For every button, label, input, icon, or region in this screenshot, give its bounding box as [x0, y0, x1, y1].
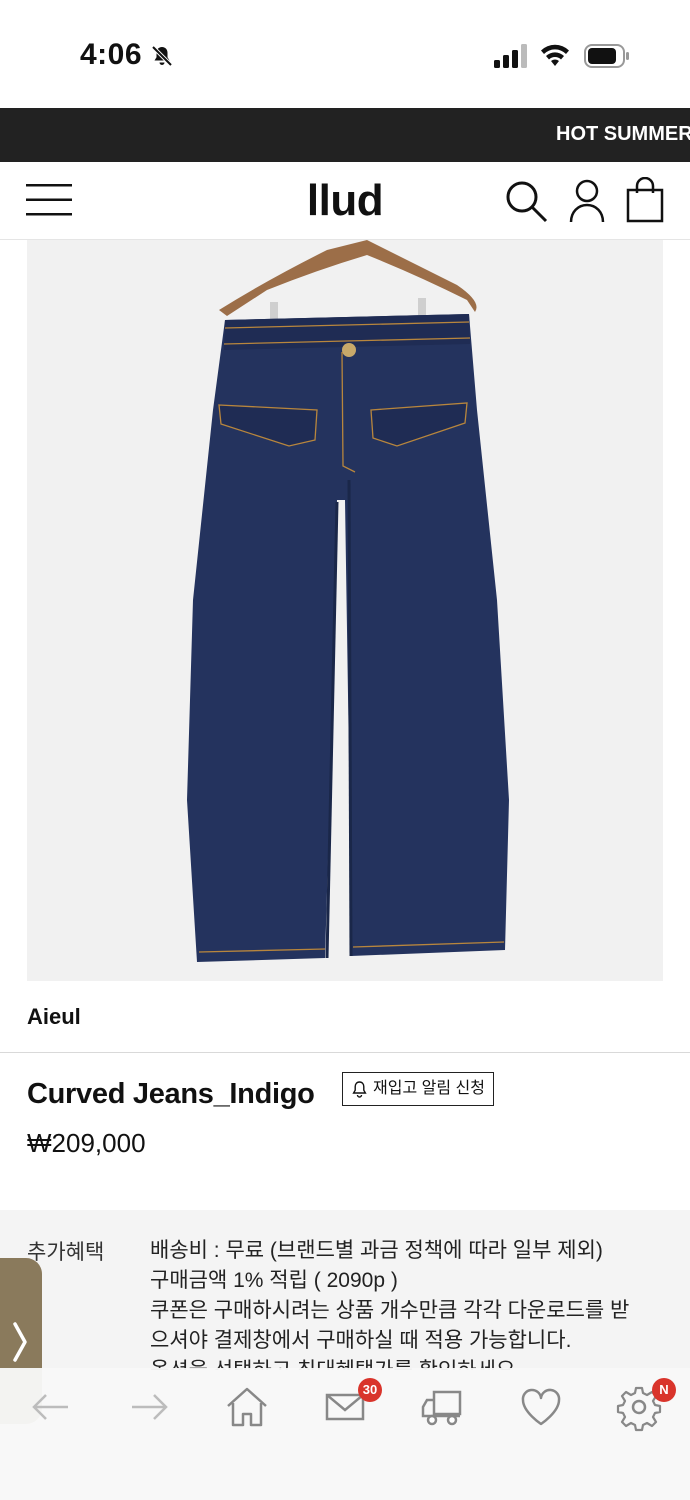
jeans-on-hanger-photo	[27, 240, 663, 981]
settings-badge: N	[652, 1378, 676, 1402]
product-price: ₩209,000	[27, 1128, 146, 1158]
wishlist-button[interactable]	[516, 1382, 566, 1432]
product-image[interactable]	[27, 240, 663, 981]
delivery-truck-icon	[421, 1390, 462, 1426]
home-icon	[227, 1387, 267, 1427]
heart-icon	[521, 1388, 561, 1426]
arrow-left-icon	[32, 1394, 68, 1420]
battery-icon	[584, 44, 629, 68]
promo-banner-text: HOT SUMMER	[556, 123, 690, 145]
bottom-toolbar: 30 N	[0, 1368, 690, 1500]
bell-icon	[352, 1081, 367, 1098]
divider	[0, 1052, 690, 1053]
chevron-right-icon	[13, 1322, 27, 1362]
forward-button[interactable]	[124, 1382, 174, 1432]
mail-badge: 30	[358, 1378, 382, 1402]
extra-benefits-section: 추가혜택 배송비 : 무료 (브랜드별 과금 정책에 따라 일부 제외) 구매금…	[0, 1210, 690, 1370]
back-button[interactable]	[26, 1382, 76, 1432]
shopping-bag-icon[interactable]	[626, 177, 664, 223]
wifi-icon	[541, 44, 569, 66]
delivery-button[interactable]	[418, 1382, 468, 1432]
benefit-line: 으셔야 결제창에서 구매하실 때 적용 가능합니다.	[150, 1329, 572, 1352]
benefit-lines: 배송비 : 무료 (브랜드별 과금 정책에 따라 일부 제외) 구매금액 1% …	[150, 1236, 670, 1370]
search-icon[interactable]	[504, 179, 548, 223]
arrow-right-icon	[132, 1394, 168, 1420]
restock-alert-label: 재입고 알림 신청	[373, 1080, 485, 1097]
benefit-label: 추가혜택	[27, 1241, 105, 1264]
home-button[interactable]	[222, 1382, 272, 1432]
restock-alert-button[interactable]: 재입고 알림 신청	[342, 1072, 494, 1106]
status-bar: 4:06	[0, 0, 690, 108]
site-header: llud	[0, 162, 690, 240]
benefit-line: 배송비 : 무료 (브랜드별 과금 정책에 따라 일부 제외)	[150, 1239, 603, 1262]
product-name: Curved Jeans_Indigo	[27, 1078, 315, 1110]
bell-off-icon	[151, 45, 173, 67]
settings-button[interactable]: N	[614, 1378, 676, 1432]
promo-banner[interactable]: HOT SUMMER	[0, 108, 690, 162]
benefit-line: 쿠폰은 구매하시려는 상품 개수만큼 각각 다운로드를 받	[150, 1299, 630, 1322]
messages-button[interactable]: 30	[320, 1378, 382, 1432]
status-time: 4:06	[80, 38, 143, 71]
user-account-icon[interactable]	[568, 178, 606, 224]
cellular-signal-icon	[494, 44, 527, 68]
benefit-line: 구매금액 1% 적립 ( 2090p )	[150, 1269, 398, 1292]
brand-name[interactable]: Aieul	[27, 1004, 81, 1030]
